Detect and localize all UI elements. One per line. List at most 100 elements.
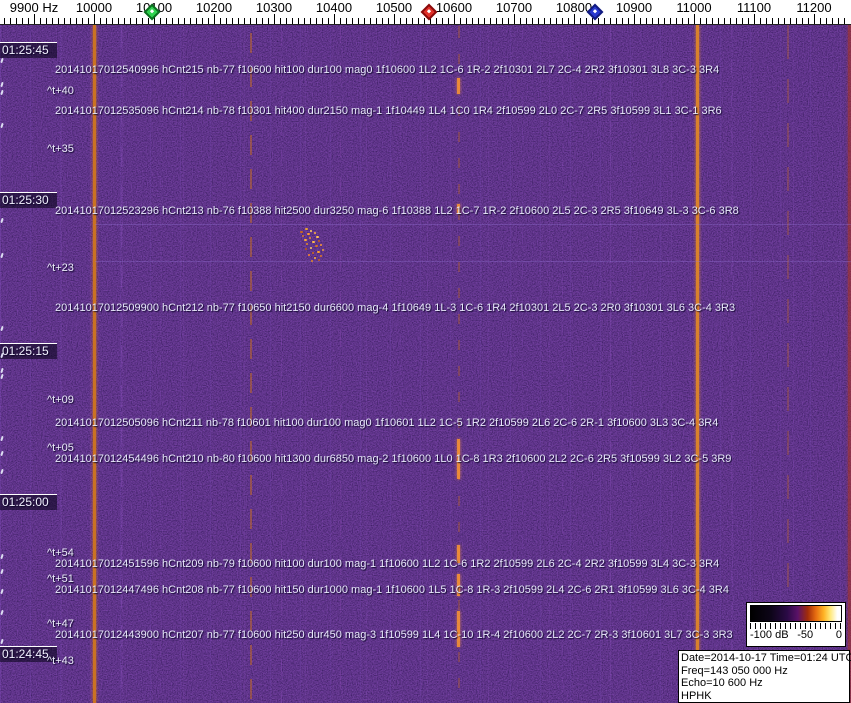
freq-minor-tick [316, 18, 317, 24]
freq-major-tick [214, 14, 215, 24]
freq-minor-tick [640, 18, 641, 24]
carrier-line [400, 25, 401, 703]
freq-label: 10600 [435, 0, 473, 15]
freq-minor-tick [598, 18, 599, 24]
horizontal-artifact-line [95, 224, 851, 225]
freq-minor-tick [4, 18, 5, 24]
freq-minor-tick [286, 18, 287, 24]
event-time-marker: ^t+23 [47, 262, 74, 274]
carrier-line [458, 25, 460, 703]
freq-minor-tick [748, 18, 749, 24]
app-window: 9900 Hz100001010010200103001040010500106… [0, 0, 851, 703]
carrier-line [522, 25, 523, 703]
freq-minor-tick [88, 18, 89, 24]
freq-minor-tick [838, 18, 839, 24]
freq-minor-tick [790, 18, 791, 24]
meteor-echo-trace-dot [320, 255, 322, 257]
freq-minor-tick [250, 18, 251, 24]
freq-minor-tick [208, 18, 209, 24]
info-echo-line: Echo=10 600 Hz [681, 677, 763, 689]
freq-label: 10500 [375, 0, 413, 15]
spectrogram-area[interactable] [0, 25, 851, 703]
freq-minor-tick [484, 18, 485, 24]
freq-minor-tick [268, 18, 269, 24]
freq-minor-tick [280, 18, 281, 24]
meteor-echo-trace-dot [310, 230, 312, 232]
freq-major-tick [394, 14, 395, 24]
freq-minor-tick [70, 18, 71, 24]
freq-minor-tick [340, 18, 341, 24]
freq-minor-tick [772, 18, 773, 24]
freq-minor-tick [376, 18, 377, 24]
meteor-echo-trace-dot [316, 236, 319, 238]
freq-major-tick [754, 14, 755, 24]
meteor-echo-trace-dot [305, 228, 308, 230]
freq-minor-tick [496, 18, 497, 24]
meteor-echo-trace-dot [318, 259, 320, 261]
freq-label: 11200 [796, 0, 832, 15]
freq-minor-tick [448, 18, 449, 24]
info-freq-line: Freq=143 050 000 Hz [681, 664, 788, 677]
freq-minor-tick [256, 18, 257, 24]
freq-minor-tick [460, 18, 461, 24]
freq-major-tick [34, 14, 35, 24]
freq-minor-tick [292, 18, 293, 24]
meteor-echo-dash [457, 78, 460, 94]
freq-minor-tick [628, 18, 629, 24]
detection-record-line: 20141017012505096 hCnt211 nb-78 f10601 h… [55, 417, 719, 429]
freq-minor-tick [328, 18, 329, 24]
freq-minor-tick [142, 18, 143, 24]
db-label-min: -100 dB [750, 629, 789, 641]
freq-major-tick [274, 14, 275, 24]
meteor-echo-trace-dot [315, 245, 318, 247]
freq-minor-tick [742, 18, 743, 24]
freq-minor-tick [766, 18, 767, 24]
detection-record-line: 20141017012523296 hCnt213 nb-76 f10388 h… [55, 205, 739, 217]
detection-record-line: 20141017012454496 hCnt210 nb-80 f10600 h… [55, 453, 732, 465]
freq-minor-tick [466, 18, 467, 24]
meteor-echo-trace-dot [309, 237, 311, 239]
freq-minor-tick [184, 18, 185, 24]
freq-minor-tick [442, 18, 443, 24]
freq-minor-tick [472, 18, 473, 24]
detection-record-line: 20141017012509900 hCnt212 nb-77 f10650 h… [55, 302, 736, 314]
carrier-line [610, 25, 611, 703]
carrier-line [121, 25, 122, 703]
meteor-echo-trace-dot [314, 232, 316, 234]
freq-minor-tick [652, 18, 653, 24]
freq-minor-tick [46, 18, 47, 24]
freq-minor-tick [646, 18, 647, 24]
freq-minor-tick [544, 18, 545, 24]
time-label: 01:25:45 [0, 42, 57, 58]
freq-minor-tick [52, 18, 53, 24]
freq-minor-tick [580, 18, 581, 24]
freq-minor-tick [682, 18, 683, 24]
freq-minor-tick [418, 18, 419, 24]
freq-minor-tick [262, 18, 263, 24]
freq-minor-tick [124, 18, 125, 24]
carrier-line [731, 25, 732, 703]
freq-minor-tick [166, 18, 167, 24]
freq-minor-tick [118, 18, 119, 24]
time-label: 01:25:30 [0, 192, 57, 208]
freq-label: 10400 [315, 0, 353, 15]
detection-record-line: 20141017012447496 hCnt208 nb-77 f10600 h… [55, 584, 729, 596]
event-time-marker: ^t+35 [47, 143, 74, 155]
freq-label: 11100 [736, 0, 772, 15]
freq-minor-tick [412, 18, 413, 24]
freq-label: 10300 [255, 0, 293, 15]
freq-label: 11000 [676, 0, 712, 15]
meteor-echo-trace-dot [314, 257, 316, 259]
freq-minor-tick [724, 18, 725, 24]
freq-minor-tick [436, 18, 437, 24]
freq-minor-tick [202, 18, 203, 24]
info-observer-code: HPHK [681, 689, 712, 702]
detection-record-line: 20141017012451596 hCnt209 nb-79 f10600 h… [55, 558, 720, 570]
freq-minor-tick [22, 18, 23, 24]
event-time-marker: ^t+43 [47, 655, 74, 667]
freq-minor-tick [604, 18, 605, 24]
freq-minor-tick [16, 18, 17, 24]
freq-minor-tick [310, 18, 311, 24]
freq-minor-tick [568, 18, 569, 24]
meteor-echo-trace-dot [318, 240, 320, 242]
